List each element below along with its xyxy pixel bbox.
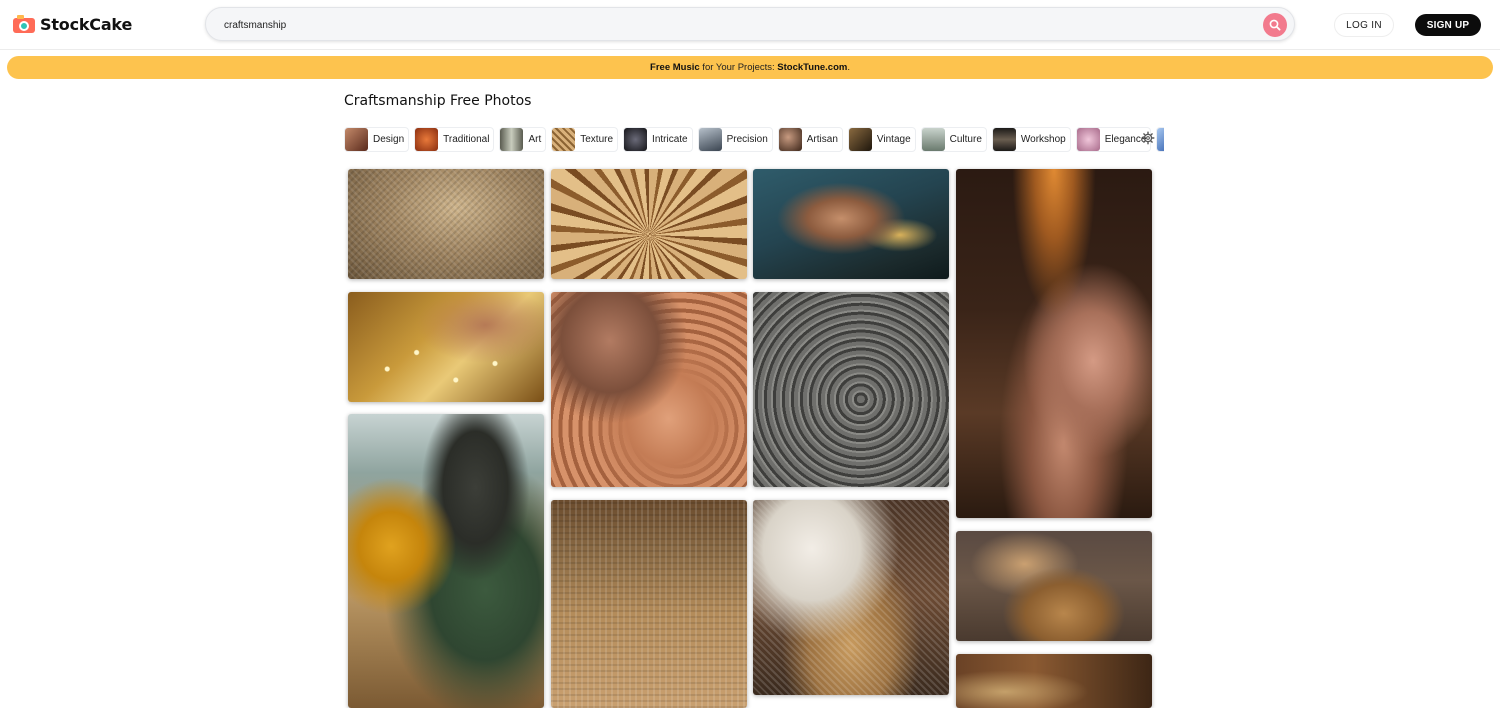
photo-basket-weaver[interactable] (753, 500, 949, 695)
tag-thumbnail (624, 128, 648, 151)
camera-logo-icon (13, 15, 35, 33)
tag-thumbnail (698, 128, 722, 151)
tag-thumbnail (552, 128, 576, 151)
login-button[interactable]: LOG IN (1334, 13, 1394, 37)
photo-carved-wood[interactable] (956, 654, 1152, 708)
tag-thumbnail (415, 128, 439, 151)
tag-label: Traditional (443, 134, 490, 145)
tag-precision[interactable]: Precision (697, 127, 773, 152)
banner-text: for Your Projects: (699, 62, 778, 73)
tag-intricate[interactable]: Intricate (623, 127, 693, 152)
photo-wood-carving[interactable] (551, 292, 747, 487)
tag-artisan[interactable]: Artisan (777, 127, 843, 152)
photo-wicker-basket[interactable] (551, 169, 747, 279)
tag-workshop[interactable]: Workshop (991, 127, 1071, 152)
tag-label: Art (528, 134, 542, 145)
header: StockCake LOG IN SIGN UP (0, 0, 1500, 50)
tag-traditional[interactable]: Traditional (414, 127, 495, 152)
logo-text: StockCake (40, 14, 133, 34)
photo-woven-mat[interactable] (551, 500, 747, 708)
tag-label: Texture (580, 134, 614, 145)
search-bar (205, 7, 1295, 41)
search-input[interactable] (224, 16, 1254, 34)
photo-hands-sewing[interactable] (753, 169, 949, 279)
tag-thumbnail (992, 128, 1016, 151)
tag-label: Artisan (806, 134, 838, 145)
tag-texture[interactable]: Texture (551, 127, 619, 152)
stockcake-logo[interactable]: StockCake (13, 12, 132, 36)
tag-design[interactable]: Design (344, 127, 410, 152)
tag-vintage[interactable]: Vintage (847, 127, 916, 152)
gear-icon[interactable] (1141, 131, 1155, 145)
tag-label: Intricate (652, 134, 688, 145)
search-icon (1269, 19, 1281, 31)
banner-text-end: . (847, 62, 850, 73)
photo-woven-sack[interactable] (348, 169, 544, 279)
tag-label: Workshop (1020, 134, 1066, 145)
tag-thumbnail (778, 128, 802, 151)
banner-link[interactable]: StockTune.com (777, 62, 847, 73)
tag-thumbnail (921, 128, 945, 151)
banner-bold-text: Free Music (650, 62, 700, 73)
photo-carved-stone[interactable] (753, 292, 949, 487)
photo-mallet-workshop[interactable] (956, 531, 1152, 641)
tag-partial[interactable] (1156, 127, 1164, 152)
tag-art[interactable]: Art (499, 127, 547, 152)
photo-construction-worker[interactable] (348, 414, 544, 708)
tag-strip: Design Traditional Art Texture Intricate… (344, 127, 1164, 153)
stocktune-banner[interactable]: Free Music for Your Projects: StockTune.… (7, 56, 1493, 79)
tag-thumbnail (1157, 128, 1164, 151)
search-button[interactable] (1263, 13, 1287, 37)
tag-label: Vintage (876, 134, 911, 145)
signup-button[interactable]: SIGN UP (1415, 14, 1481, 36)
tag-label: Precision (726, 134, 768, 145)
tag-thumbnail (345, 128, 368, 151)
tag-thumbnail (848, 128, 872, 151)
tag-label: Culture (949, 134, 982, 145)
tag-culture[interactable]: Culture (920, 127, 987, 152)
tag-label: Design (373, 134, 405, 145)
page-title: Craftsmanship Free Photos (344, 93, 532, 109)
tag-thumbnail (500, 128, 524, 151)
photo-jewelry-beads[interactable] (348, 292, 544, 402)
photo-hands-tool[interactable] (956, 169, 1152, 518)
tag-thumbnail (1076, 128, 1100, 151)
